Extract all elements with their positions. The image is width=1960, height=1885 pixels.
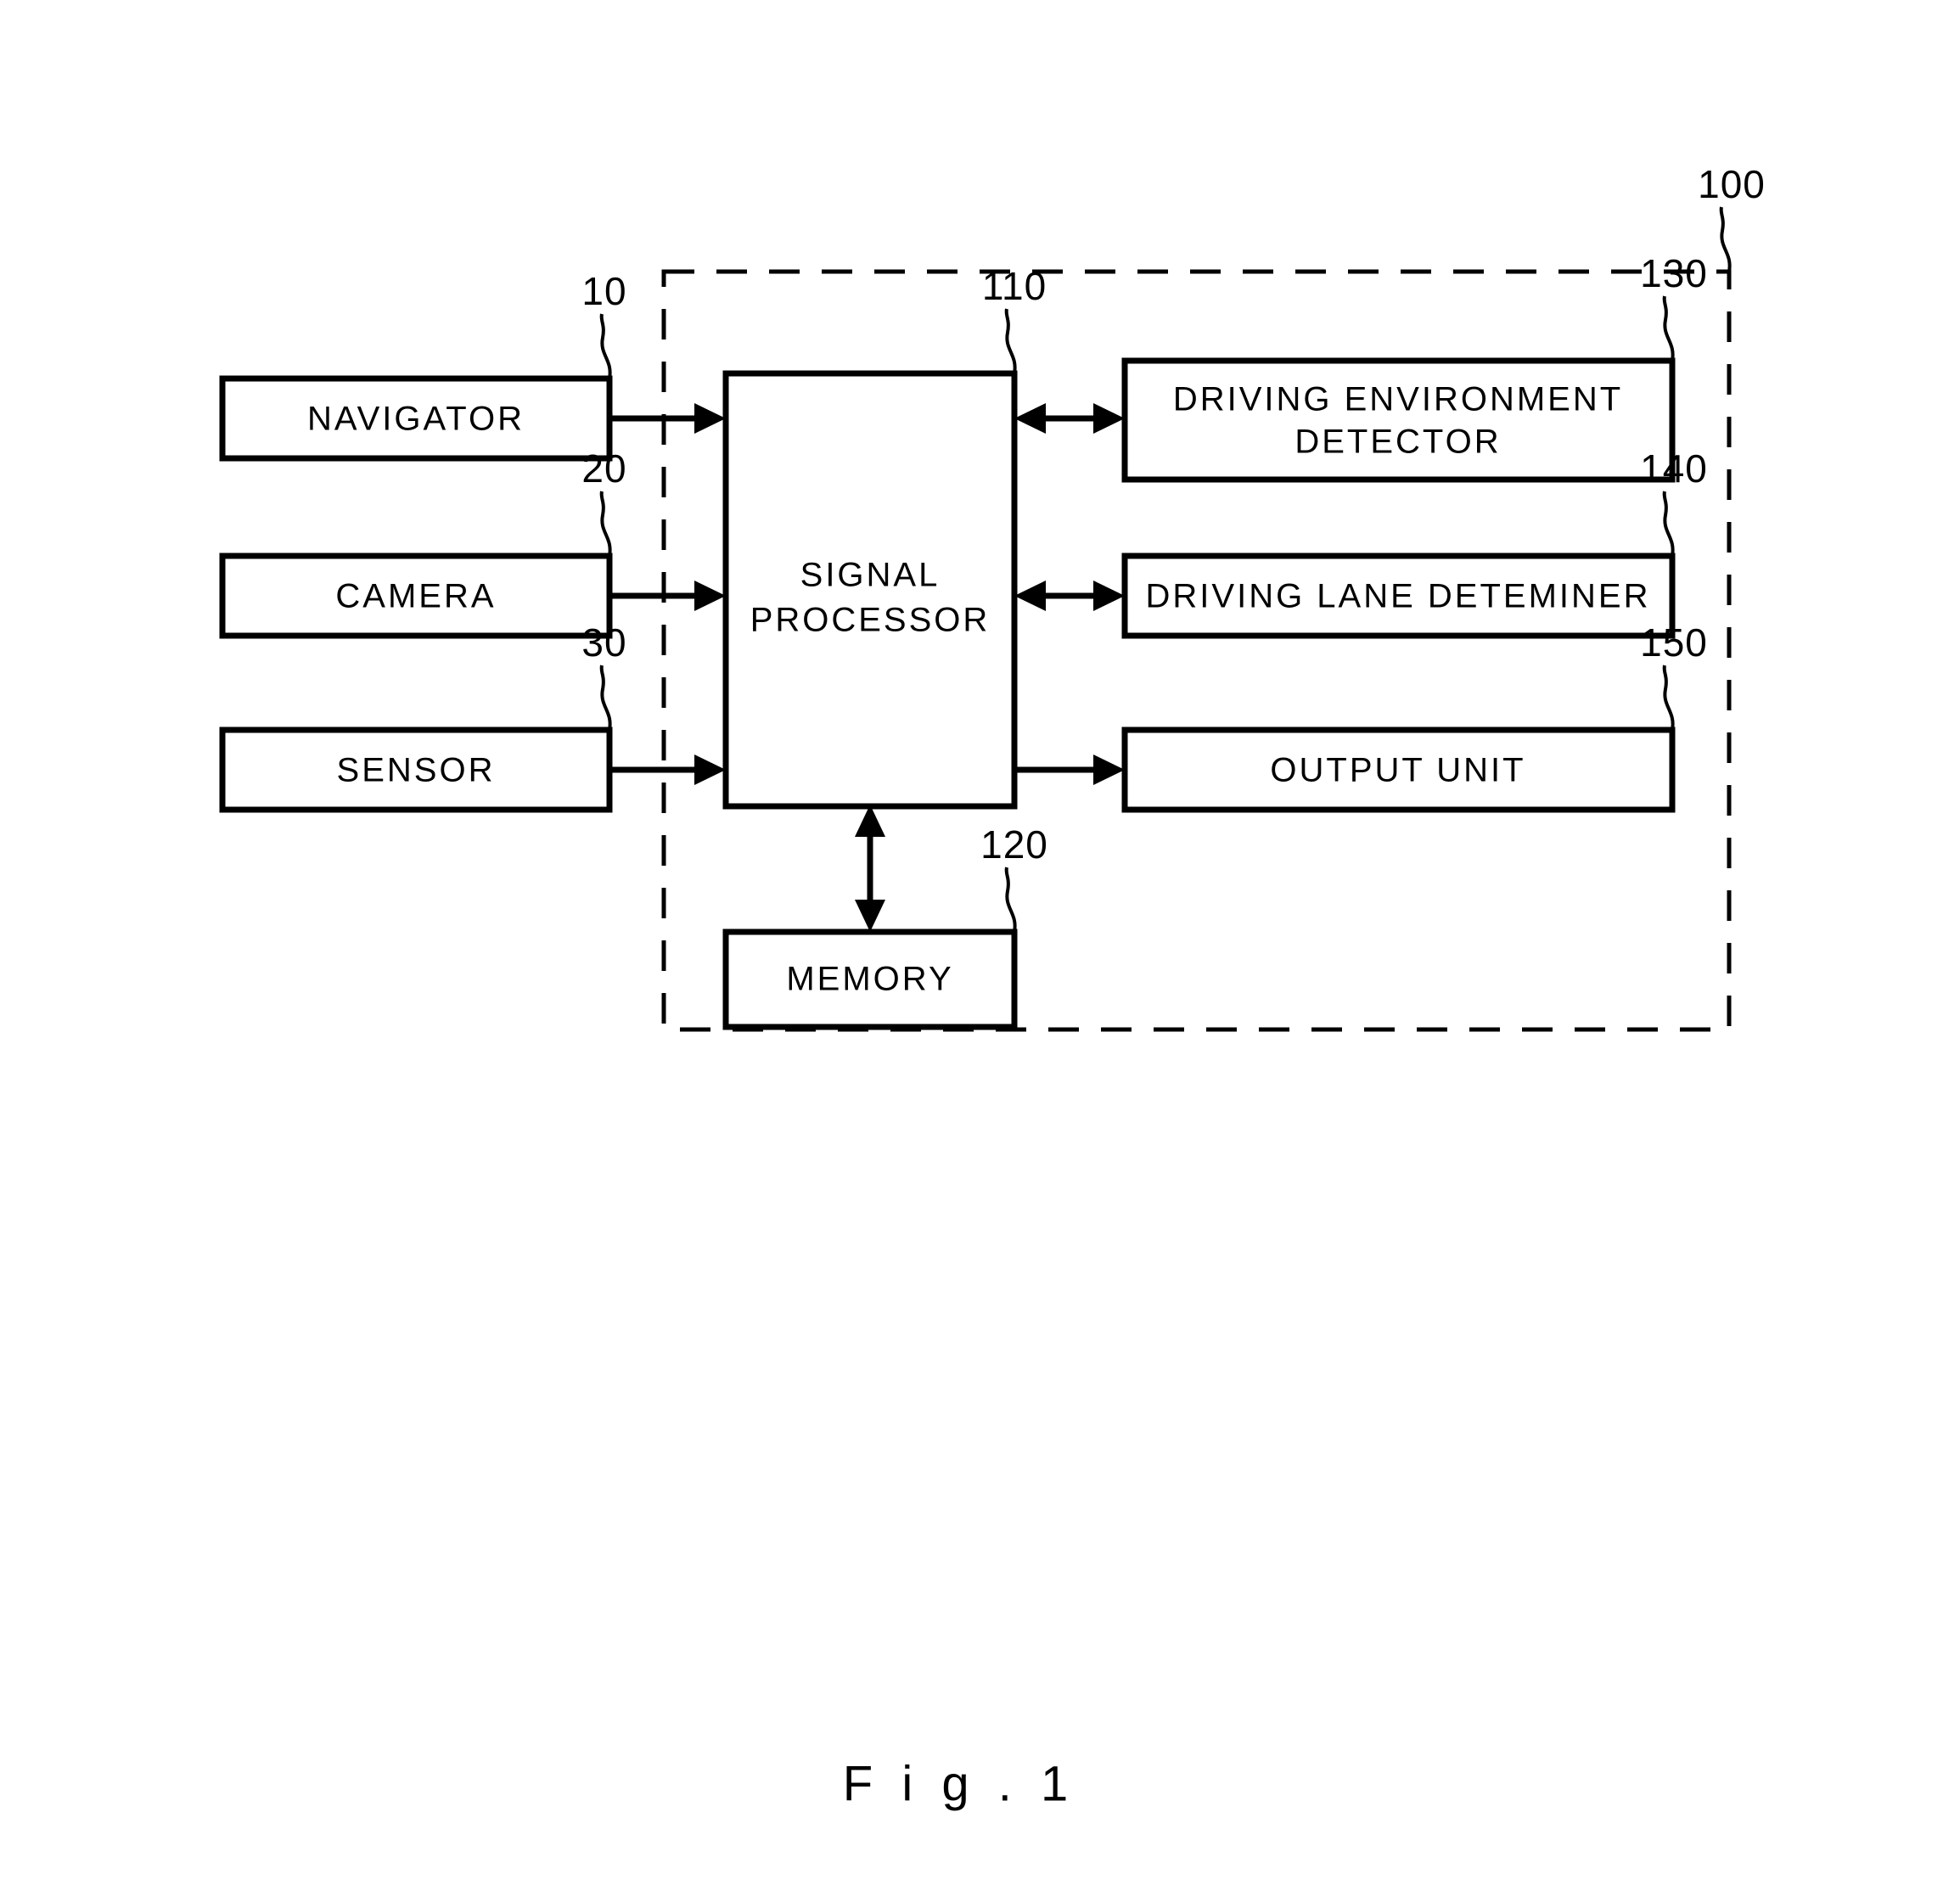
navigator-label: NAVIGATOR xyxy=(307,401,525,438)
box-driving-lane-determiner: DRIVING LANE DETEMINER xyxy=(1121,553,1676,639)
ref-output-unit: 150 xyxy=(1640,620,1708,665)
leader-output-unit xyxy=(1662,665,1675,731)
arrowhead-sensor-in xyxy=(694,755,726,785)
signal-processor-label-line1: SIGNAL xyxy=(800,557,941,594)
leader-camera xyxy=(599,491,612,557)
ref-camera: 20 xyxy=(581,446,626,491)
figure-caption: F i g . 1 xyxy=(843,1756,1075,1811)
memory-label: MEMORY xyxy=(786,961,953,998)
leader-memory xyxy=(1004,867,1017,933)
patent-figure: NAVIGATOR 10 CAMERA 20 SENSOR 30 SIGNAL … xyxy=(0,0,1960,1885)
arrowhead-navigator-in xyxy=(694,403,726,434)
box-signal-processor: SIGNAL PROCESSOR xyxy=(722,370,1018,810)
driving-lane-determiner-label: DRIVING LANE DETEMINER xyxy=(1146,578,1651,615)
leader-signal-processor xyxy=(1004,308,1017,374)
arrowhead-driving-env-right xyxy=(1093,403,1125,434)
ref-driving-environment-detector: 130 xyxy=(1640,251,1708,295)
ref-driving-lane-determiner: 140 xyxy=(1640,446,1708,491)
box-output-unit: OUTPUT UNIT xyxy=(1121,727,1676,813)
box-navigator: NAVIGATOR xyxy=(219,375,613,462)
driving-environment-detector-label-line1: DRIVING ENVIRONMENT xyxy=(1173,381,1623,418)
leader-driving-environment-detector xyxy=(1662,295,1675,362)
arrowhead-driving-lane-right xyxy=(1093,581,1125,611)
arrowhead-output-unit-in xyxy=(1093,755,1125,785)
box-driving-environment-detector: DRIVING ENVIRONMENT DETECTOR xyxy=(1121,357,1676,483)
box-camera: CAMERA xyxy=(219,553,613,639)
ref-navigator: 10 xyxy=(581,269,626,313)
ref-system: 100 xyxy=(1698,162,1766,206)
leader-sensor xyxy=(599,665,612,731)
arrowhead-camera-in xyxy=(694,581,726,611)
leader-driving-lane-determiner xyxy=(1662,491,1675,557)
signal-processor-label-line2: PROCESSOR xyxy=(750,602,991,639)
ref-memory: 120 xyxy=(980,822,1048,867)
camera-label: CAMERA xyxy=(335,578,496,615)
box-memory: MEMORY xyxy=(722,928,1018,1030)
arrowhead-driving-lane-left xyxy=(1014,581,1046,611)
ref-signal-processor: 110 xyxy=(982,264,1047,308)
arrowhead-memory-up xyxy=(855,805,885,837)
driving-environment-detector-label-line2: DETECTOR xyxy=(1294,424,1501,461)
box-sensor: SENSOR xyxy=(219,727,613,813)
leader-navigator xyxy=(599,313,612,379)
leader-system xyxy=(1719,206,1732,272)
sensor-label: SENSOR xyxy=(337,752,496,789)
driving-environment-detector-box-outline xyxy=(1121,357,1676,483)
figure-canvas: NAVIGATOR 10 CAMERA 20 SENSOR 30 SIGNAL … xyxy=(219,162,1766,1811)
ref-sensor: 30 xyxy=(581,620,626,665)
arrowhead-driving-env-left xyxy=(1014,403,1046,434)
output-unit-label: OUTPUT UNIT xyxy=(1270,752,1525,789)
arrowhead-memory-down xyxy=(855,900,885,932)
